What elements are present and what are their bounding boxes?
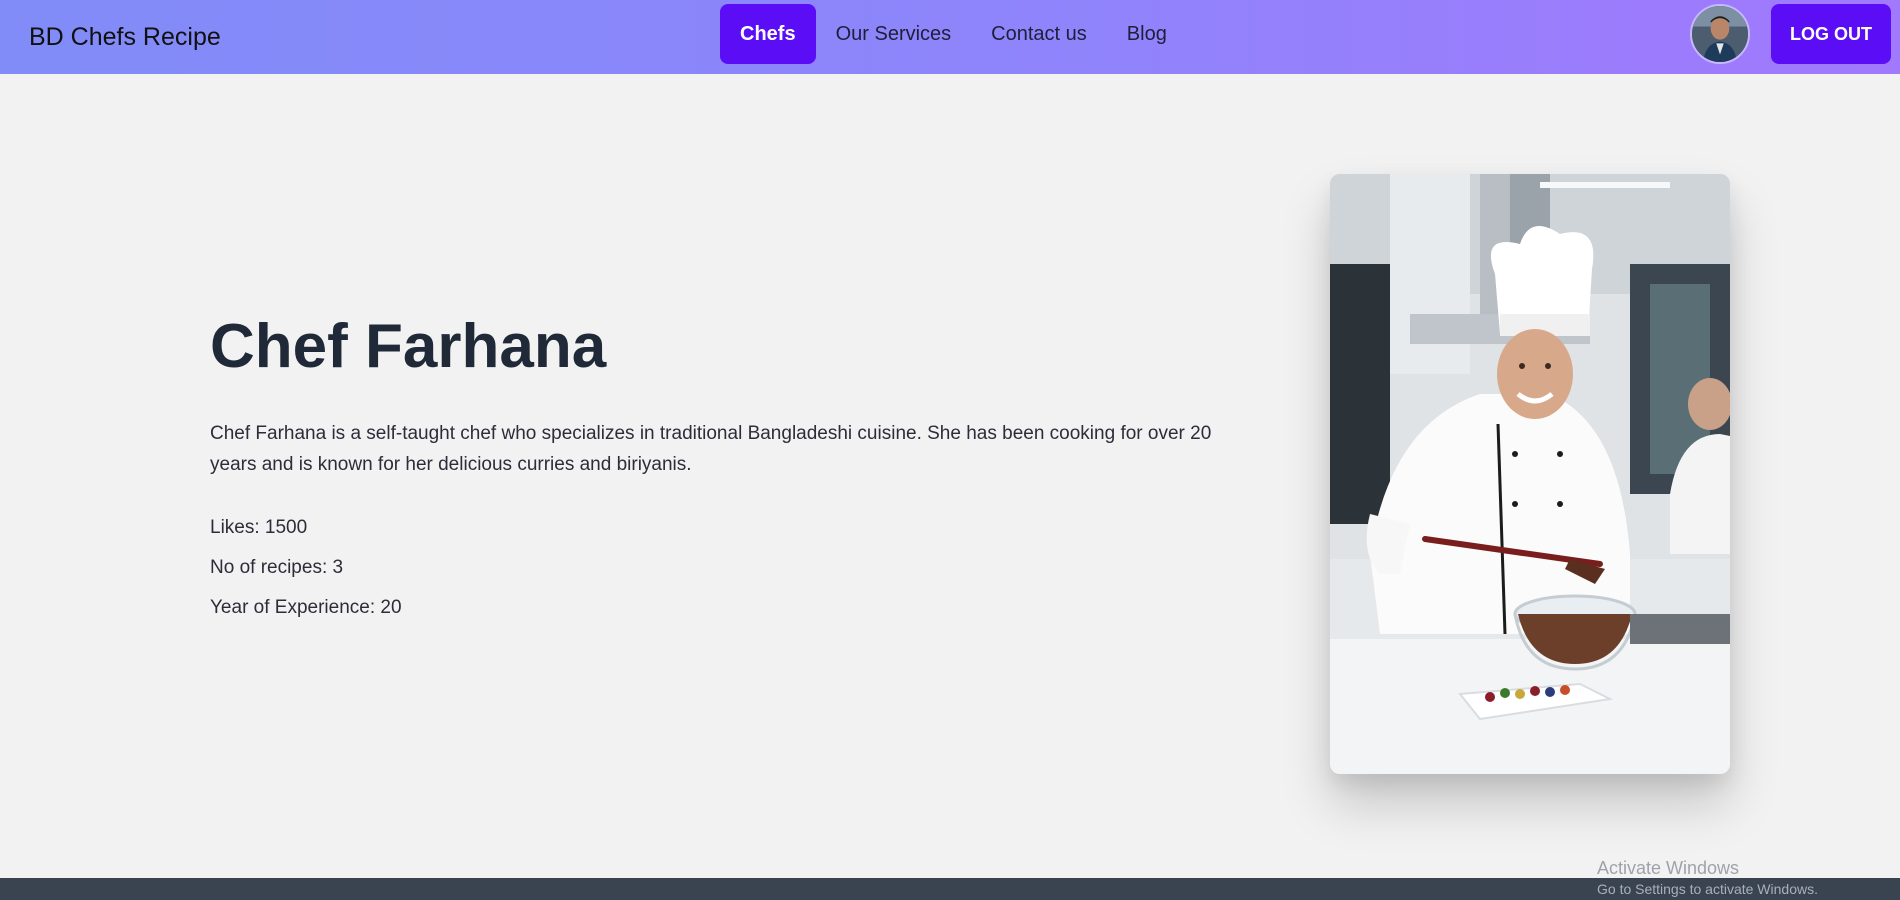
- navbar: BD Chefs Recipe Chefs Our Services Conta…: [0, 0, 1900, 74]
- watermark-subtitle: Go to Settings to activate Windows.: [1597, 881, 1818, 897]
- nav-item-blog[interactable]: Blog: [1107, 4, 1187, 64]
- user-avatar-image: [1692, 6, 1748, 62]
- chef-info: Chef Farhana Chef Farhana is a self-taug…: [210, 316, 1260, 636]
- chef-likes: Likes: 1500: [210, 517, 308, 538]
- chef-photo: [1330, 174, 1730, 774]
- chef-photo-image: [1330, 174, 1730, 774]
- nav-item-contact-us[interactable]: Contact us: [971, 4, 1107, 64]
- chef-bio: Chef Farhana is a self-taught chef who s…: [210, 423, 1212, 475]
- chef-experience: Year of Experience: 20: [210, 597, 402, 618]
- user-avatar[interactable]: [1690, 4, 1750, 64]
- nav-item-our-services[interactable]: Our Services: [816, 4, 972, 64]
- watermark-title: Activate Windows: [1597, 858, 1740, 878]
- windows-activation-watermark: Activate Windows Go to Settings to activ…: [1597, 858, 1818, 898]
- nav-item-chefs[interactable]: Chefs: [720, 4, 816, 64]
- chef-name: Chef Farhana: [210, 312, 607, 381]
- brand-title[interactable]: BD Chefs Recipe: [29, 0, 221, 74]
- main-nav: Chefs Our Services Contact us Blog: [720, 4, 1187, 64]
- chef-recipe-count: No of recipes: 3: [210, 557, 344, 578]
- logout-button[interactable]: LOG OUT: [1771, 4, 1891, 64]
